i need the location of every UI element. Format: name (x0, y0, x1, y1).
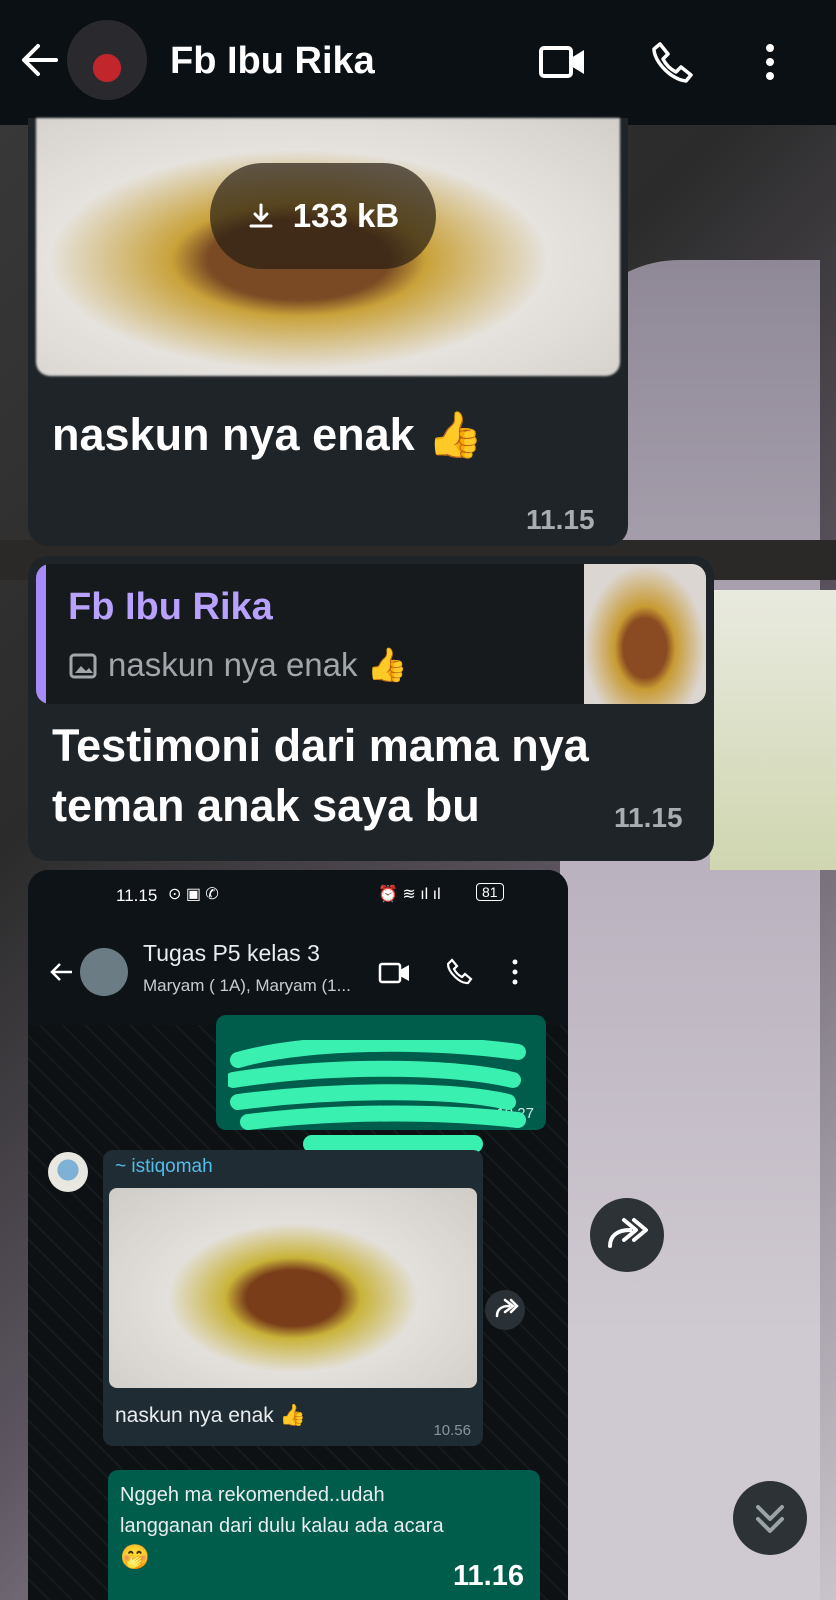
screenshot-reply-line-2: langganan dari dulu kalau ada acara (120, 1515, 444, 1537)
status-time: 11.15 (116, 886, 158, 905)
video-call-icon[interactable] (538, 40, 584, 84)
more-vert-icon (512, 959, 518, 985)
double-chevron-down-icon (756, 1505, 784, 1533)
download-size: 133 kB (292, 197, 400, 234)
reply-text-line-1: Testimoni dari mama nya (52, 720, 589, 771)
screenshot-status-bar: 11.15 ⊙ ▣ ✆ ⏰ ≋ ıl ıl 81 (28, 870, 568, 920)
sender-avatar (48, 1152, 88, 1192)
background-photo-sign (710, 590, 836, 870)
screenshot-caption: naskun nya enak 👍 (115, 1404, 306, 1427)
quoted-text: naskun nya enak 👍 (108, 646, 408, 683)
status-icons: ⊙ ▣ ✆ (168, 886, 219, 903)
quoted-thumbnail (584, 564, 706, 704)
forward-icon-small (485, 1290, 525, 1330)
scroll-to-bottom-button[interactable] (733, 1481, 807, 1555)
forward-icon (608, 1218, 648, 1248)
photo-icon (68, 651, 98, 681)
back-arrow-icon[interactable] (18, 38, 62, 82)
reply-text-line-2: teman anak saya bu (52, 780, 480, 831)
download-button[interactable]: 133 kB (210, 163, 436, 269)
screenshot-reply-emoji: 🤭 (120, 1544, 150, 1571)
screenshot-received-bubble: ~ istiqomah naskun nya enak 👍 10.56 (103, 1150, 483, 1446)
screenshot-chat-title: Tugas P5 kelas 3 (143, 940, 320, 966)
quoted-sender: Fb Ibu Rika (68, 586, 273, 628)
message-time: 11.16 (453, 1560, 524, 1592)
message-time: 11.15 (526, 504, 595, 535)
voice-call-icon (446, 958, 473, 985)
screenshot-chat-subtitle: Maryam ( 1A), Maryam (1... (143, 976, 351, 995)
image-caption: naskun nya enak 👍 (52, 409, 484, 460)
video-call-icon (378, 962, 409, 984)
screenshot-reply-line-1: Nggeh ma rekomended..udah (120, 1484, 385, 1506)
screenshot-reply-text: Nggeh ma rekomended..udah langganan dari… (120, 1480, 444, 1573)
back-arrow-icon (50, 963, 72, 981)
screenshot-caption-time: 10.56 (433, 1422, 471, 1439)
reply-message-bubble[interactable]: Fb Ibu Rika naskun nya enak 👍 Testimoni … (28, 556, 714, 861)
screenshot-chat-header (28, 920, 568, 1025)
contact-name[interactable]: Fb Ibu Rika (170, 40, 375, 83)
redaction-scribble (228, 1040, 526, 1130)
quote-accent-bar (36, 564, 46, 704)
chat-header: Fb Ibu Rika (0, 0, 836, 125)
group-avatar-icon (80, 948, 128, 996)
voice-call-icon[interactable] (650, 40, 694, 84)
reply-text: Testimoni dari mama nya teman anak saya … (52, 716, 589, 836)
message-time: 11.15 (614, 802, 683, 833)
more-vert-icon[interactable] (748, 40, 792, 84)
battery-level: 81 (476, 883, 504, 901)
screenshot-sender: ~ istiqomah (115, 1156, 213, 1177)
download-icon (247, 202, 275, 230)
screenshot-image-message[interactable]: 11.15 ⊙ ▣ ✆ ⏰ ≋ ıl ıl 81 Tugas P5 kelas … (28, 870, 568, 1600)
image-message-bubble[interactable]: 133 kB naskun nya enak 👍 11.15 (28, 118, 628, 546)
quoted-text-row: naskun nya enak 👍 (68, 646, 408, 685)
forward-button[interactable] (590, 1198, 664, 1272)
food-photo (109, 1188, 477, 1388)
quoted-message[interactable]: Fb Ibu Rika naskun nya enak 👍 (36, 564, 706, 704)
signal-icons: ⏰ ≋ ıl ıl (378, 886, 441, 903)
contact-avatar[interactable] (67, 20, 147, 100)
